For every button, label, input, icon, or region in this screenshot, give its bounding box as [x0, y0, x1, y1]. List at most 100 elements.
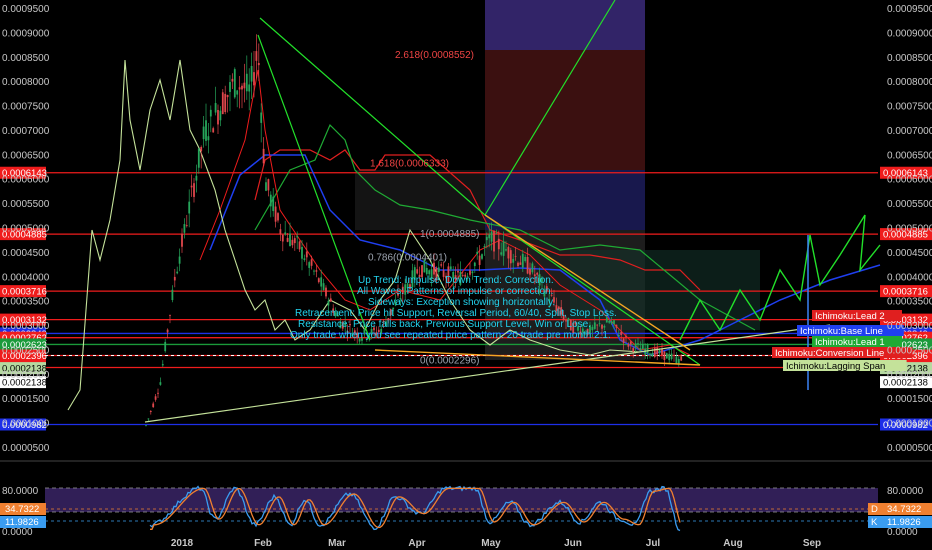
time-tick: Sep [803, 538, 821, 549]
candle-body [625, 336, 627, 338]
candle-body [298, 241, 301, 250]
time-tick: Jul [646, 538, 661, 549]
candle-body [183, 224, 186, 233]
candle-body [524, 256, 527, 262]
ichimoku-tag-label: Ichimoku:Lagging Span [786, 361, 885, 372]
candle-body [658, 349, 661, 354]
candle-body [308, 262, 311, 268]
candle-body [649, 353, 651, 356]
candle-body [322, 283, 325, 291]
price-tick-right: 0.0008000 [887, 77, 932, 88]
candle-body [495, 232, 498, 234]
candle-body [329, 298, 332, 302]
candle-body [279, 229, 282, 235]
price-tick-left: 0.0001000 [2, 419, 50, 430]
candle-body [241, 85, 243, 90]
time-tick: 2018 [171, 538, 194, 549]
price-tick-right: 0.0003000 [887, 321, 932, 332]
candle-body [485, 236, 488, 241]
candle-body [229, 82, 231, 92]
price-tick-right: 0.0001500 [887, 394, 932, 405]
time-tick: Feb [254, 538, 272, 549]
candle-body [281, 234, 284, 242]
time-tick: Jun [564, 538, 582, 549]
candle-body [260, 112, 263, 123]
candle-body [416, 269, 419, 274]
fib-label: 0.786(0.0004401) [368, 253, 447, 264]
price-tick-right: 0.0009500 [887, 4, 932, 15]
candle-body [641, 343, 644, 350]
candle-body [284, 232, 287, 235]
candle-body [262, 148, 265, 164]
price-tick-left: 0.0008500 [2, 53, 50, 64]
candle-body [668, 353, 671, 361]
ichimoku-tag-label: Ichimoku:Lead 1 [815, 337, 885, 348]
price-tick-left: 0.0005500 [2, 199, 50, 210]
osc-tick-left: 80.0000 [2, 486, 39, 497]
osc-k-value-right: 11.9826 [887, 517, 921, 528]
candle-body [185, 225, 188, 226]
candle-body [471, 271, 474, 274]
candle-body [296, 236, 299, 238]
candle-body [272, 196, 275, 212]
candle-body [224, 93, 227, 113]
fib-label: 1.618(0.0006333) [370, 158, 449, 169]
candle-body [637, 343, 639, 344]
candle-body [231, 78, 234, 82]
price-tick-right: 0.0002500 [887, 345, 932, 356]
candle-body [207, 136, 210, 141]
osc-d-letter: D [871, 504, 878, 515]
osc-tick-right: 80.0000 [887, 486, 924, 497]
price-tick-left: 0.0006500 [2, 150, 50, 161]
candle-body [257, 62, 260, 66]
price-tick-left: 0.0003500 [2, 297, 50, 308]
time-axis[interactable]: 2018 Feb Mar Apr May Jun Jul Aug Sep [171, 538, 821, 549]
price-tick-right: 0.0006000 [887, 175, 932, 186]
candle-body [617, 334, 620, 337]
candle-body [149, 411, 152, 413]
candle-body [157, 392, 159, 394]
candle-body [212, 128, 215, 133]
osc-k-value-left: 11.9826 [5, 517, 39, 528]
candle-body [531, 263, 534, 273]
candle-body [663, 351, 666, 361]
annotation-line: Resistance: Price falls back, Previous S… [298, 319, 591, 330]
candle-body [627, 344, 630, 347]
candle-body [677, 358, 680, 364]
candle-body [190, 185, 193, 188]
candle-body [173, 276, 176, 281]
candle-body [214, 103, 217, 113]
price-tick-left: 0.0004000 [2, 272, 50, 283]
candle-body [317, 278, 320, 283]
price-tick-right: 0.0006500 [887, 150, 932, 161]
candle-body [161, 364, 164, 366]
candle-body [250, 65, 253, 82]
fib-label: 1(0.0004885) [420, 229, 480, 240]
time-tick: Aug [723, 538, 742, 549]
candle-body [613, 320, 615, 325]
candle-body [425, 267, 428, 275]
price-tick-left: 0.0007500 [2, 102, 50, 113]
candle-body [603, 325, 606, 328]
candle-body [512, 258, 515, 263]
candle-body [253, 72, 255, 86]
candle-body [481, 254, 483, 259]
price-tick-left: 0.0007000 [2, 126, 50, 137]
candle-body [164, 341, 167, 352]
ichimoku-tag-label: Ichimoku:Conversion Line [775, 348, 884, 359]
candle-body [476, 251, 479, 255]
candle-body [277, 213, 279, 221]
candle-body [620, 331, 623, 335]
candle-body [147, 418, 150, 420]
annotation-line: Up Trend: Impulse, Down Trend: Correctio… [358, 275, 554, 286]
candle-body [286, 237, 289, 242]
candle-body [195, 175, 198, 181]
candle-body [665, 353, 668, 359]
trading-chart[interactable]: 0.00061430.00061430.00048850.00048850.00… [0, 0, 932, 550]
candle-body [673, 355, 675, 356]
candle-body [291, 239, 294, 246]
candle-body [473, 262, 476, 267]
candle-body [221, 92, 224, 115]
price-tick-left: 0.0003000 [2, 321, 50, 332]
osc-tick-right: 0.0000 [887, 527, 918, 538]
